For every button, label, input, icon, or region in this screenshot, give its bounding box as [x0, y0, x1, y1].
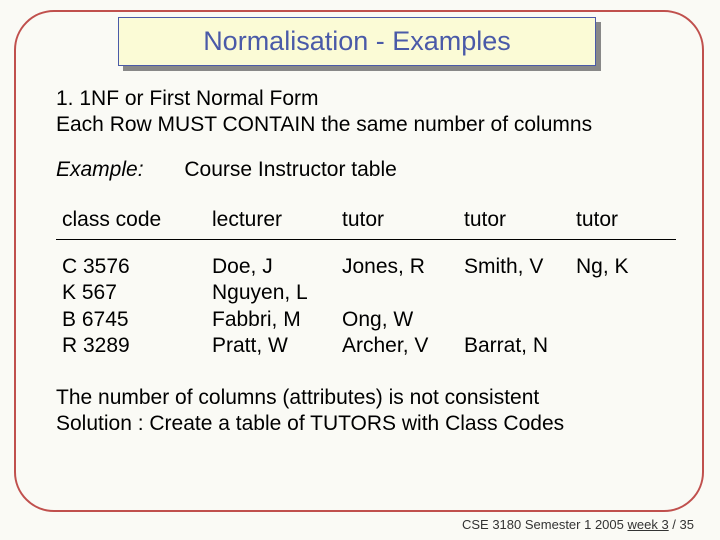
- footer-total: 35: [680, 517, 694, 532]
- title-box: Normalisation - Examples: [118, 17, 596, 66]
- table-body: C 3576 Doe, J Jones, R Smith, V Ng, K K …: [56, 254, 676, 359]
- table-row: B 6745 Fabbri, M Ong, W: [56, 307, 676, 333]
- footer-week: week 3: [627, 517, 668, 532]
- cell: Doe, J: [212, 254, 342, 280]
- summary-line2: Solution : Create a table of TUTORS with…: [56, 411, 676, 437]
- footer-sep: /: [669, 517, 680, 532]
- table-row: C 3576 Doe, J Jones, R Smith, V Ng, K: [56, 254, 676, 280]
- table: class code lecturer tutor tutor tutor C …: [56, 207, 676, 359]
- cell: Nguyen, L: [212, 280, 342, 306]
- cell: Barrat, N: [464, 333, 576, 359]
- cell: Archer, V: [342, 333, 464, 359]
- example-label: Example:: [56, 158, 144, 181]
- cell: [576, 307, 666, 333]
- cell: [464, 307, 576, 333]
- cell: Pratt, W: [212, 333, 342, 359]
- col-lecturer: lecturer: [212, 207, 342, 233]
- cell: C 3576: [56, 254, 212, 280]
- summary-line1: The number of columns (attributes) is no…: [56, 385, 676, 411]
- cell: Jones, R: [342, 254, 464, 280]
- table-row: R 3289 Pratt, W Archer, V Barrat, N: [56, 333, 676, 359]
- summary: The number of columns (attributes) is no…: [56, 385, 676, 438]
- slide-title: Normalisation - Examples: [203, 26, 511, 57]
- cell: R 3289: [56, 333, 212, 359]
- heading-line2: Each Row MUST CONTAIN the same number of…: [56, 112, 676, 138]
- footer-course: CSE 3180 Semester 1 2005: [462, 517, 628, 532]
- cell: Smith, V: [464, 254, 576, 280]
- slide-content: 1. 1NF or First Normal Form Each Row MUS…: [56, 86, 676, 438]
- col-tutor2: tutor: [464, 207, 576, 233]
- cell: [576, 280, 666, 306]
- col-tutor3: tutor: [576, 207, 666, 233]
- col-classcode: class code: [56, 207, 212, 233]
- cell: [576, 333, 666, 359]
- table-header: class code lecturer tutor tutor tutor: [56, 207, 676, 240]
- cell: Fabbri, M: [212, 307, 342, 333]
- cell: [464, 280, 576, 306]
- example-row: Example: Course Instructor table: [56, 157, 676, 183]
- footer: CSE 3180 Semester 1 2005 week 3 / 35: [462, 517, 694, 532]
- col-tutor1: tutor: [342, 207, 464, 233]
- cell: B 6745: [56, 307, 212, 333]
- cell: [342, 280, 464, 306]
- heading-line1: 1. 1NF or First Normal Form: [56, 86, 676, 112]
- cell: K 567: [56, 280, 212, 306]
- cell: Ong, W: [342, 307, 464, 333]
- cell: Ng, K: [576, 254, 666, 280]
- example-name: Course Instructor table: [184, 158, 396, 181]
- table-row: K 567 Nguyen, L: [56, 280, 676, 306]
